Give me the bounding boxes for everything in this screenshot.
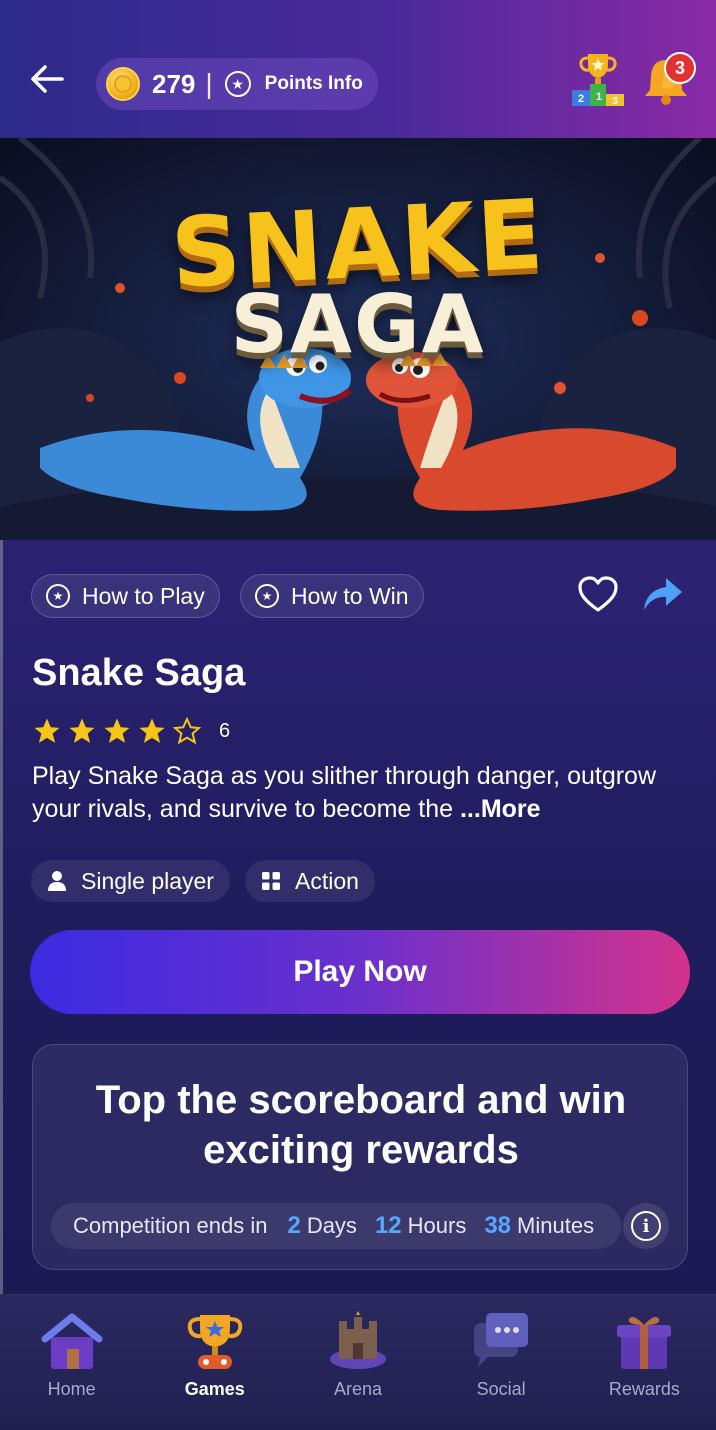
nav-label-arena: Arena <box>333 1379 382 1399</box>
competition-heading-line1: Top the scoreboard and win <box>95 1078 627 1122</box>
banner-title-saga: SAGA <box>230 278 486 371</box>
nav-label-home: Home <box>47 1379 96 1399</box>
star-circle-icon: ★ <box>224 71 251 97</box>
how-to-win-button[interactable]: ★ How to Win <box>240 574 424 618</box>
leaderboard-trophy-icon[interactable]: 1 2 3 <box>568 50 628 107</box>
notification-count-badge: 3 <box>664 52 696 84</box>
nav-label-games: Games <box>184 1379 245 1399</box>
competition-info-button[interactable]: i <box>623 1203 669 1249</box>
tag-genre-label: Action <box>295 867 359 894</box>
rewards-gift-icon <box>617 1317 672 1369</box>
how-to-play-button[interactable]: ★ How to Play <box>31 574 220 618</box>
game-detail-screen: 279 | ★ Points Info 1 2 3 3 SNAKE SAGA ★… <box>0 0 716 1430</box>
tag-mode-label: Single player <box>81 867 214 894</box>
how-to-win-label: How to Win <box>291 582 409 609</box>
more-link[interactable]: ...More <box>460 795 541 823</box>
star-filled-icon <box>104 718 130 743</box>
star-circle-icon: ★ <box>255 584 279 608</box>
competition-heading-line2: exciting rewards <box>203 1128 519 1172</box>
nav-item-games[interactable]: Games <box>143 1295 286 1430</box>
countdown-days-value: 2 <box>287 1212 301 1239</box>
game-title: Snake Saga <box>32 652 246 694</box>
countdown-days-label: Days <box>306 1213 357 1238</box>
pill-divider: | <box>205 68 213 99</box>
tag-single-player: Single player <box>31 860 230 902</box>
competition-countdown: Competition ends in 2 Days 12 Hours 38 M… <box>51 1203 621 1249</box>
person-icon <box>48 871 66 891</box>
nav-item-home[interactable]: Home <box>0 1295 143 1430</box>
countdown-hours-label: Hours <box>407 1213 467 1238</box>
back-arrow-icon[interactable] <box>28 60 66 98</box>
svg-text:2: 2 <box>578 93 584 105</box>
competition-card: Top the scoreboard and win exciting rewa… <box>32 1044 688 1270</box>
nav-item-rewards[interactable]: Rewards <box>573 1295 716 1430</box>
nav-item-social[interactable]: Social <box>430 1295 573 1430</box>
notifications-bell-icon[interactable]: 3 <box>640 52 696 108</box>
nav-item-arena[interactable]: Arena <box>286 1295 429 1430</box>
coin-balance: 279 <box>152 68 196 99</box>
home-icon <box>41 1313 103 1369</box>
grid-icon <box>262 872 280 890</box>
svg-text:1: 1 <box>596 91 602 103</box>
points-pill[interactable]: 279 | ★ Points Info <box>96 58 378 110</box>
star-empty-icon <box>172 716 202 745</box>
countdown-minutes-value: 38 <box>484 1212 512 1239</box>
svg-text:3: 3 <box>612 96 618 106</box>
star-rating: 6 <box>32 716 230 746</box>
how-to-play-label: How to Play <box>82 582 205 609</box>
competition-heading: Top the scoreboard and win exciting rewa… <box>33 1075 689 1175</box>
game-description: Play Snake Saga as you slither through d… <box>32 760 692 826</box>
game-banner-image: SNAKE SAGA <box>0 138 716 540</box>
favorite-heart-icon[interactable] <box>578 576 618 614</box>
star-filled-icon <box>34 718 60 743</box>
countdown-hours-value: 12 <box>374 1212 402 1239</box>
countdown-prefix: Competition ends in <box>73 1213 268 1238</box>
points-info-label: Points Info <box>264 73 363 94</box>
arena-castle-icon <box>329 1311 386 1369</box>
nav-label-social: Social <box>476 1379 526 1399</box>
games-trophy-icon <box>187 1315 243 1369</box>
description-text: Play Snake Saga as you slither through d… <box>32 762 657 823</box>
star-filled-icon <box>69 718 95 743</box>
nav-label-rewards: Rewards <box>608 1379 680 1399</box>
info-icon: i <box>631 1211 661 1241</box>
share-arrow-icon[interactable] <box>640 576 684 614</box>
bottom-navigation: Home Games Arena Social Rewards <box>0 1294 716 1430</box>
rating-count: 6 <box>219 719 231 742</box>
social-chat-icon <box>474 1313 529 1367</box>
top-bar: 279 | ★ Points Info 1 2 3 3 <box>0 0 716 138</box>
play-now-button[interactable]: Play Now <box>30 930 690 1014</box>
coin-icon <box>106 67 140 101</box>
star-circle-icon: ★ <box>46 584 70 608</box>
countdown-minutes-label: Minutes <box>517 1213 595 1238</box>
tag-action: Action <box>245 860 375 902</box>
star-filled-icon <box>139 718 165 743</box>
